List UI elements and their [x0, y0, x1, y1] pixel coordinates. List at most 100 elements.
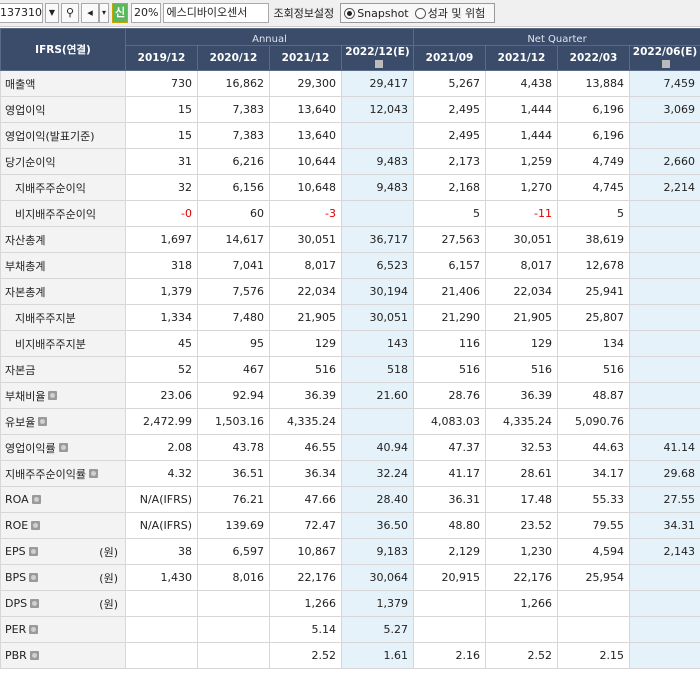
value-cell: 46.55 — [269, 434, 342, 461]
row-label-cell[interactable]: 지배주주순이익 — [0, 174, 126, 201]
value-cell: 2.16 — [413, 642, 487, 669]
value-cell — [629, 226, 700, 253]
table-row: PER 5.14 5.27 — [0, 616, 700, 643]
row-label-cell[interactable]: PBR — [0, 642, 126, 669]
row-label-cell[interactable]: EPS (원) — [0, 538, 126, 565]
table-row: EPS (원) 38 6,597 10,867 9,183 2,129 1,230 4,594 2… — [0, 538, 700, 565]
value-cell: 2,472.99 — [125, 408, 198, 435]
search-icon[interactable]: ⚲ — [61, 3, 79, 23]
value-cell: 139.69 — [197, 512, 270, 539]
row-label-cell[interactable]: 지배주주지분 — [0, 304, 126, 331]
value-cell: 22,176 — [269, 564, 342, 591]
period-header[interactable]: 2022/12(E) — [340, 45, 415, 71]
row-label-cell[interactable]: 유보율 — [0, 408, 126, 435]
value-cell: 1,266 — [269, 590, 342, 617]
query-settings-link[interactable]: 조회정보설정 — [273, 5, 334, 21]
value-cell: 7,041 — [197, 252, 270, 279]
row-label-cell[interactable]: 자산총계 — [0, 226, 126, 253]
row-label-cell[interactable]: 비지배주주지분 — [0, 330, 126, 357]
stock-code-input[interactable]: 137310 — [0, 3, 43, 23]
speaker-icon[interactable]: ◂ — [81, 3, 99, 23]
info-icon[interactable] — [29, 651, 39, 660]
row-label-cell[interactable]: 영업이익(발표기준) — [0, 122, 126, 149]
value-cell: 5 — [413, 200, 487, 227]
estimate-info-icon[interactable] — [374, 60, 383, 68]
value-cell: 2.52 — [269, 642, 342, 669]
value-cell: 5,267 — [413, 70, 487, 97]
value-cell: 129 — [269, 330, 342, 357]
value-cell: 2,168 — [413, 174, 487, 201]
info-icon[interactable] — [31, 495, 41, 504]
row-label-cell[interactable]: PER — [0, 616, 126, 643]
value-cell: 5.14 — [269, 616, 342, 643]
period-header[interactable]: 2020/12 — [197, 45, 270, 71]
info-icon[interactable] — [29, 625, 39, 634]
info-icon[interactable] — [31, 521, 41, 530]
info-icon[interactable] — [30, 599, 40, 608]
company-name-field[interactable]: 에스디바이오센서 — [163, 3, 270, 23]
row-label: 비지배주주순이익 — [15, 206, 120, 222]
value-cell: 7,383 — [197, 96, 270, 123]
period-header-label: 2021/12 — [281, 52, 330, 64]
value-cell: 72.47 — [269, 512, 342, 539]
chevron-down-icon[interactable]: ▼ — [45, 3, 59, 23]
row-label-cell[interactable]: 매출액 — [0, 70, 126, 97]
row-label-cell[interactable]: 지배주주순이익률 — [0, 460, 126, 487]
row-label-text: 지배주주순이익 — [15, 181, 86, 195]
value-cell: 60 — [197, 200, 270, 227]
table-body: 매출액 730 16,862 29,300 29,417 5,267 4,438 13,884… — [0, 70, 700, 669]
value-cell: 2,214 — [629, 174, 700, 201]
value-cell — [629, 122, 700, 149]
value-cell — [629, 616, 700, 643]
value-cell: 2,173 — [413, 148, 487, 175]
row-label-cell[interactable]: ROE — [0, 512, 126, 539]
value-cell: 45 — [125, 330, 198, 357]
info-icon[interactable] — [38, 417, 48, 426]
row-label-cell[interactable]: ROA — [0, 486, 126, 513]
info-icon[interactable] — [88, 469, 98, 478]
value-cell: 7,459 — [629, 70, 700, 97]
value-cell — [125, 590, 198, 617]
row-label-cell[interactable]: 부채총계 — [0, 252, 126, 279]
period-header[interactable]: 2022/03 — [557, 45, 631, 71]
speaker-dropdown-icon[interactable]: ▾ — [99, 3, 109, 23]
value-cell: 25,954 — [557, 564, 631, 591]
radio-performance-risk-label: 성과 및 위험 — [427, 7, 486, 20]
value-cell: 21,406 — [413, 278, 487, 305]
period-header[interactable]: 2021/12 — [485, 45, 559, 71]
value-cell: 7,383 — [197, 122, 270, 149]
info-icon[interactable] — [28, 547, 38, 556]
row-label-cell[interactable]: 영업이익률 — [0, 434, 126, 461]
row-label-cell[interactable]: 자본금 — [0, 356, 126, 383]
info-icon[interactable] — [29, 573, 39, 582]
value-cell: 2,143 — [629, 538, 700, 565]
period-header[interactable]: 2021/12 — [269, 45, 342, 71]
period-header[interactable]: 2021/09 — [413, 45, 487, 71]
radio-snapshot[interactable]: Snapshot — [344, 7, 409, 20]
row-label-cell[interactable]: 비지배주주순이익 — [0, 200, 126, 227]
row-label-cell[interactable]: 자본총계 — [0, 278, 126, 305]
estimate-info-icon[interactable] — [662, 60, 671, 68]
radio-performance-risk[interactable]: 성과 및 위험 — [414, 5, 486, 21]
row-label: 지배주주지분 — [15, 310, 120, 326]
period-header[interactable]: 2019/12 — [125, 45, 198, 71]
info-icon[interactable] — [48, 391, 58, 400]
row-label-cell[interactable]: 당기순이익 — [0, 148, 126, 175]
value-cell — [629, 200, 700, 227]
value-cell: 516 — [557, 356, 631, 383]
zoom-level[interactable]: 20% — [131, 3, 162, 23]
period-header-label: 2020/12 — [209, 52, 258, 64]
row-label-cell[interactable]: 부채비율 — [0, 382, 126, 409]
row-label-cell[interactable]: 영업이익 — [0, 96, 126, 123]
info-icon[interactable] — [58, 443, 68, 452]
value-cell: 40.94 — [340, 434, 415, 461]
value-cell: 6,196 — [557, 96, 631, 123]
value-cell — [197, 642, 270, 669]
new-toggle-button[interactable]: 신 — [112, 3, 128, 23]
period-header[interactable]: 2022/06(E) — [629, 45, 700, 71]
table-row: ROE N/A(IFRS) 139.69 72.47 36.50 48.80 23.52 79… — [0, 512, 700, 539]
row-label-cell[interactable]: DPS (원) — [0, 590, 126, 617]
value-cell: 6,156 — [197, 174, 270, 201]
row-label-cell[interactable]: BPS (원) — [0, 564, 126, 591]
value-cell: 36.39 — [269, 382, 342, 409]
